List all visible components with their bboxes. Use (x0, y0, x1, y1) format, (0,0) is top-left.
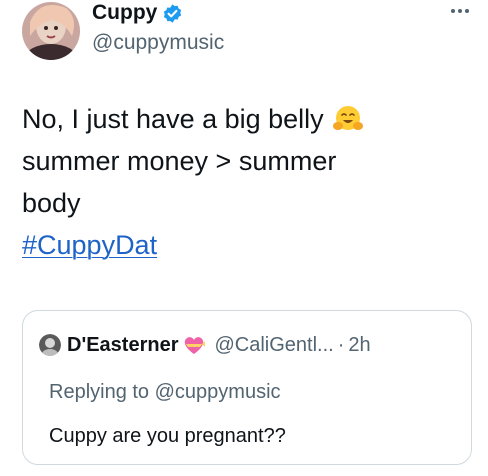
replying-to-label: Replying to @cuppymusic (49, 381, 281, 403)
tweet-card: Cuppy @cuppymusic No, I just have a big … (0, 0, 488, 476)
author-handle[interactable]: @cuppymusic (92, 30, 224, 56)
verified-badge-icon (164, 3, 182, 23)
quoted-handle[interactable]: @CaliGentl... (214, 333, 333, 357)
author-display-name[interactable]: Cuppy (92, 0, 183, 26)
tweet-line-1: No, I just have a big belly (22, 98, 462, 140)
quoted-author-avatar[interactable] (39, 334, 61, 356)
quoted-tweet[interactable]: D'Easterner @CaliGentl... · 2h Replying … (22, 310, 472, 465)
quoted-tweet-header: D'Easterner @CaliGentl... · 2h (39, 333, 371, 357)
quoted-timestamp[interactable]: 2h (348, 333, 370, 357)
more-options-icon[interactable] (448, 0, 472, 22)
hugging-face-emoji-icon (333, 106, 364, 130)
tweet-line-2: summer money > summer (22, 146, 337, 176)
quoted-display-name[interactable]: D'Easterner (67, 333, 178, 357)
heart-with-ribbon-emoji-icon (185, 337, 206, 354)
quoted-tweet-text: Cuppy are you pregnant?? (49, 425, 286, 447)
tweet-text: No, I just have a big belly summer money… (22, 98, 462, 266)
hashtag-link[interactable]: #CuppyDat (22, 230, 157, 260)
tweet-line-1-text: No, I just have a big belly (22, 104, 324, 134)
author-avatar[interactable] (22, 2, 80, 60)
tweet-line-3: body (22, 188, 81, 218)
separator-dot: · (337, 334, 345, 356)
author-name-text: Cuppy (92, 1, 158, 24)
